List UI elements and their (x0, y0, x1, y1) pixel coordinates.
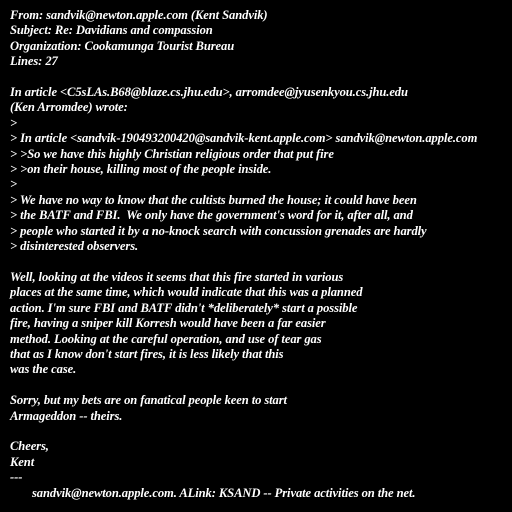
body-line: Well, looking at the videos it seems tha… (10, 269, 344, 284)
quoted-line: > people who started it by a no-knock se… (10, 223, 427, 238)
body-line: places at the same time, which would ind… (10, 285, 363, 300)
body-line: that as I know don't start fires, it is … (10, 346, 284, 361)
quoted-line: > (10, 177, 18, 192)
quoted-line: > the BATF and FBI. We only have the gov… (10, 208, 413, 223)
organization-header: Organization: Cookamunga Tourist Bureau (10, 38, 235, 53)
quoted-line: > >on their house, killing most of the p… (10, 162, 272, 177)
signoff-name: Kent (10, 454, 35, 469)
quoted-line: > >So we have this highly Christian reli… (10, 146, 334, 161)
email-document: From: sandvik@newton.apple.com (Kent San… (0, 0, 512, 501)
body-line: method. Looking at the careful operation… (10, 331, 322, 346)
body-line: action. I'm sure FBI and BATF didn't *de… (10, 300, 358, 315)
signoff-greeting: Cheers, (10, 439, 49, 454)
quoted-line: > We have no way to know that the cultis… (10, 192, 417, 207)
quoted-line: > disinterested observers. (10, 239, 139, 254)
body-line: Armageddon -- theirs. (10, 408, 123, 423)
body-line: was the case. (10, 362, 77, 377)
body-line: fire, having a sniper kill Korresh would… (10, 316, 326, 331)
body-line: Sorry, but my bets are on fanatical peop… (10, 393, 287, 408)
attribution-line: (Ken Arromdee) wrote: (10, 100, 128, 115)
subject-header: Subject: Re: Davidians and compassion (10, 23, 213, 38)
quoted-line: > In article <sandvik-190493200420@sandv… (10, 131, 478, 146)
quoted-line: > (10, 115, 18, 130)
from-header: From: sandvik@newton.apple.com (Kent San… (10, 8, 268, 22)
signature-separator: --- (10, 470, 23, 485)
attribution-line: In article <C5sLAs.B68@blaze.cs.jhu.edu>… (10, 85, 408, 100)
lines-header: Lines: 27 (10, 54, 58, 69)
signature-line: sandvik@newton.apple.com. ALink: KSAND -… (32, 485, 416, 500)
